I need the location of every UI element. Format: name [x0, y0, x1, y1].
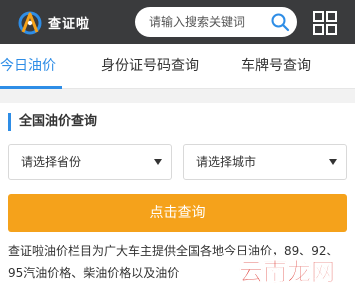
section-title: 全国油价查询 [8, 113, 97, 131]
province-select[interactable]: 请选择省份 [8, 144, 172, 180]
grid-menu-icon[interactable] [313, 11, 337, 35]
province-select-value: 请选择省份 [21, 155, 82, 169]
tab-license-plate-query[interactable]: 车牌号查询 [241, 44, 311, 89]
nav-tabs: 今日油价 身份证号码查询 车牌号查询 [0, 44, 355, 89]
search-box [135, 7, 297, 37]
city-select-value: 请选择城市 [196, 155, 257, 169]
top-bar: 查证啦 [0, 0, 355, 44]
dropdown-caret-icon [154, 159, 162, 165]
query-button[interactable]: 点击查询 [8, 194, 347, 232]
site-logo[interactable]: 查证啦 [14, 6, 104, 38]
watermark-text: 云南龙网 [239, 258, 335, 286]
logo-icon [18, 11, 42, 35]
city-select[interactable]: 请选择城市 [183, 144, 347, 180]
tab-id-card-query[interactable]: 身份证号码查询 [101, 44, 199, 89]
watermark-logo: 云南龙网 [222, 255, 352, 287]
search-input[interactable] [135, 7, 265, 37]
search-icon[interactable] [270, 12, 290, 32]
logo-text: 查证啦 [48, 17, 91, 32]
tab-today-oil-price[interactable]: 今日油价 [0, 44, 56, 89]
section-divider [0, 89, 355, 103]
dropdown-caret-icon [329, 159, 337, 165]
